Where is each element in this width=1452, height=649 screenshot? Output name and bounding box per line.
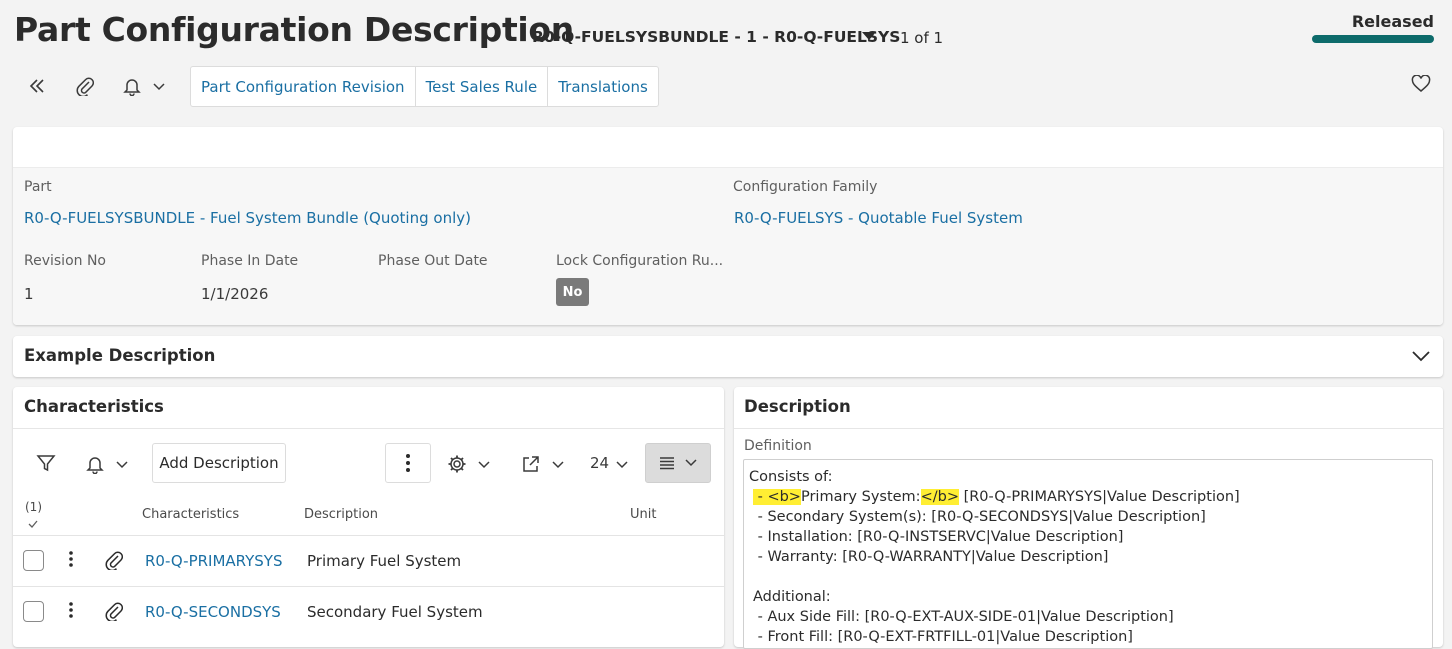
caret-down-icon[interactable] — [862, 32, 876, 40]
bell-icon[interactable] — [84, 453, 106, 475]
tab-part-configuration-revision[interactable]: Part Configuration Revision — [191, 67, 416, 106]
configuration-family-link[interactable]: R0-Q-FUELSYS - Quotable Fuel System — [734, 209, 1023, 227]
definition-line: - Secondary System(s): [R0-Q-SECONDSYS|V… — [753, 509, 1206, 525]
part-link[interactable]: R0-Q-FUELSYSBUNDLE - Fuel System Bundle … — [24, 209, 471, 227]
example-description-title: Example Description — [24, 346, 216, 365]
lock-configuration-label: Lock Configuration Ru... — [556, 253, 724, 269]
phase-in-value: 1/1/2026 — [201, 285, 269, 303]
chevron-down-icon[interactable] — [550, 458, 566, 472]
more-options-button[interactable] — [385, 443, 431, 483]
chevron-down-icon[interactable] — [614, 458, 630, 472]
selected-count: (1) — [25, 500, 42, 514]
status-label: Released — [1351, 12, 1434, 31]
kebab-icon[interactable] — [68, 550, 74, 572]
chevron-down-icon[interactable] — [1410, 348, 1432, 364]
revision-value: 1 — [24, 285, 34, 303]
example-description-card[interactable] — [13, 336, 1443, 377]
characteristic-description: Primary Fuel System — [307, 552, 462, 570]
add-description-button[interactable]: Add Description — [152, 443, 286, 483]
definition-label: Definition — [744, 438, 812, 454]
definition-line: Additional: — [753, 589, 831, 605]
checkmark-icon[interactable] — [27, 519, 39, 529]
lock-configuration-badge: No — [556, 278, 589, 306]
part-label: Part — [24, 179, 52, 195]
description-title: Description — [744, 397, 851, 416]
gear-icon[interactable] — [446, 453, 468, 475]
highlight: </b> — [920, 489, 959, 505]
kebab-icon — [406, 454, 410, 472]
double-chevron-left-icon[interactable] — [26, 76, 48, 96]
paperclip-icon[interactable] — [105, 550, 124, 574]
kebab-icon[interactable] — [68, 601, 74, 623]
heart-icon[interactable] — [1410, 74, 1432, 94]
characteristics-title: Characteristics — [24, 397, 164, 416]
definition-text: Primary System: — [800, 489, 921, 505]
characteristic-link[interactable]: R0-Q-SECONDSYS — [145, 603, 281, 621]
chevron-down-icon[interactable] — [476, 458, 492, 472]
record-selector[interactable]: R0-Q-FUELSYSBUNDLE - 1 - R0-Q-FUELSYS — [532, 28, 900, 46]
status-progress-bar — [1312, 35, 1434, 43]
tab-test-sales-rule[interactable]: Test Sales Rule — [416, 67, 549, 106]
paperclip-icon[interactable] — [105, 601, 124, 625]
characteristic-link[interactable]: R0-Q-PRIMARYSYS — [145, 552, 283, 570]
tab-translations[interactable]: Translations — [548, 67, 658, 106]
phase-out-label: Phase Out Date — [378, 253, 488, 269]
definition-line: - Aux Side Fill: [R0-Q-EXT-AUX-SIDE-01|V… — [753, 609, 1174, 625]
highlight: - — [753, 489, 768, 505]
table-row[interactable]: R0-Q-SECONDSYS Secondary Fuel System — [13, 586, 724, 636]
chevron-down-icon[interactable] — [151, 80, 167, 94]
definition-line: - <b>Primary System:</b> [R0-Q-PRIMARYSY… — [753, 489, 1240, 505]
revision-label: Revision No — [24, 253, 106, 269]
list-view-icon — [660, 457, 674, 470]
column-header-characteristics[interactable]: Characteristics — [142, 507, 239, 522]
definition-line: Consists of: — [749, 469, 833, 485]
row-checkbox[interactable] — [23, 601, 44, 622]
toolbar-tabs: Part Configuration Revision Test Sales R… — [190, 66, 659, 107]
highlight: <b> — [767, 489, 801, 505]
record-count: 1 of 1 — [900, 29, 944, 47]
bell-icon[interactable] — [121, 75, 143, 97]
paperclip-icon[interactable] — [74, 75, 96, 97]
table-row[interactable]: R0-Q-PRIMARYSYS Primary Fuel System — [13, 535, 724, 585]
page-size-selector[interactable]: 24 — [590, 454, 609, 472]
chevron-down-icon[interactable] — [114, 458, 130, 472]
row-checkbox[interactable] — [23, 550, 44, 571]
column-header-unit[interactable]: Unit — [630, 507, 656, 522]
export-icon[interactable] — [520, 453, 542, 475]
phase-in-label: Phase In Date — [201, 253, 299, 269]
filter-icon[interactable] — [35, 452, 57, 474]
definition-line: - Warranty: [R0-Q-WARRANTY|Value Descrip… — [753, 549, 1109, 565]
view-mode-button[interactable] — [645, 443, 711, 483]
chevron-down-icon — [685, 459, 697, 467]
definition-line: - Installation: [R0-Q-INSTSERVC|Value De… — [753, 529, 1124, 545]
configuration-family-label: Configuration Family — [733, 179, 878, 195]
column-header-description[interactable]: Description — [304, 507, 378, 522]
definition-line: - Front Fill: [R0-Q-EXT-FRTFILL-01|Value… — [753, 629, 1133, 645]
characteristic-description: Secondary Fuel System — [307, 603, 483, 621]
definition-text: [R0-Q-PRIMARYSYS|Value Description] — [958, 489, 1240, 505]
page-title: Part Configuration Description — [14, 10, 574, 49]
